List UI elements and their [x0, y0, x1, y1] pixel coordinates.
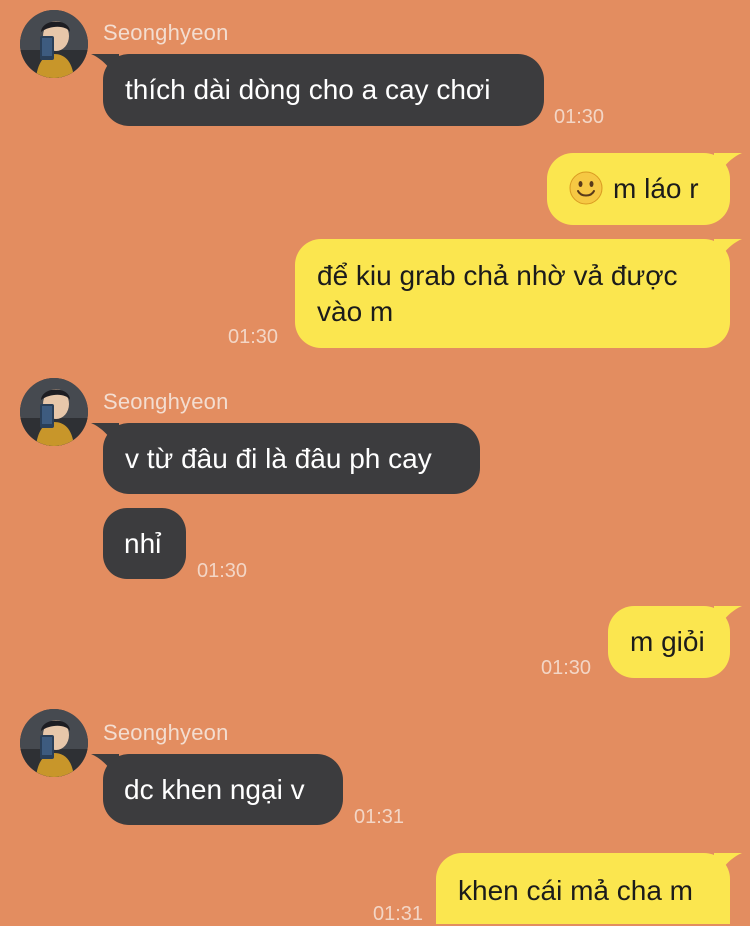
avatar[interactable]	[20, 10, 88, 78]
message-text: m giỏi	[630, 626, 705, 657]
message-text: m láo r	[613, 173, 699, 204]
message-text: thích dài dòng cho a cay chơi	[125, 74, 491, 105]
message-timestamp: 01:30	[228, 326, 279, 348]
message-text-line: để kiu grab chả nhờ vả được	[317, 260, 678, 291]
message-bubble-outgoing[interactable]: m láo r	[547, 153, 742, 225]
message-timestamp: 01:30	[554, 106, 605, 128]
bubble-tail	[91, 754, 119, 782]
message-bubble-incoming[interactable]: thích dài dòng cho a cay chơi	[91, 54, 544, 126]
bubble-tail	[714, 606, 742, 634]
message-text: v từ đâu đi là đâu ph cay	[125, 443, 432, 474]
message-timestamp: 01:31	[354, 806, 405, 828]
message-text-line: vào m	[317, 296, 394, 327]
avatar[interactable]	[20, 378, 88, 446]
message-bubble-outgoing[interactable]: để kiu grab chả nhờ vả được vào m	[295, 239, 742, 348]
message-bubble-incoming[interactable]: dc khen ngại v	[91, 754, 343, 825]
message-timestamp: 01:31	[373, 903, 424, 925]
message-bubble-incoming[interactable]: v từ đâu đi là đâu ph cay	[91, 423, 480, 494]
message-text: khen cái mả cha m	[458, 875, 693, 906]
bubble-tail	[714, 853, 742, 881]
message-bubble-incoming[interactable]: nhỉ	[103, 508, 186, 579]
message-bubble-outgoing[interactable]: m giỏi	[608, 606, 742, 678]
message-bubble-outgoing[interactable]: khen cái mả cha m	[436, 853, 742, 924]
sender-name: Seonghyeon	[103, 389, 229, 414]
message-timestamp: 01:30	[541, 657, 592, 679]
avatar[interactable]	[20, 709, 88, 777]
bubble-tail	[91, 54, 119, 82]
message-timestamp: 01:30	[197, 560, 248, 582]
sender-name: Seonghyeon	[103, 720, 229, 745]
bubble-tail	[714, 239, 742, 267]
message-text: dc khen ngại v	[124, 774, 305, 805]
sender-name: Seonghyeon	[103, 20, 229, 45]
bubble-tail	[91, 423, 119, 451]
slightly-smiling-face-emoji-icon	[569, 171, 603, 205]
message-text: nhỉ	[124, 528, 162, 559]
bubble-tail	[714, 153, 742, 181]
